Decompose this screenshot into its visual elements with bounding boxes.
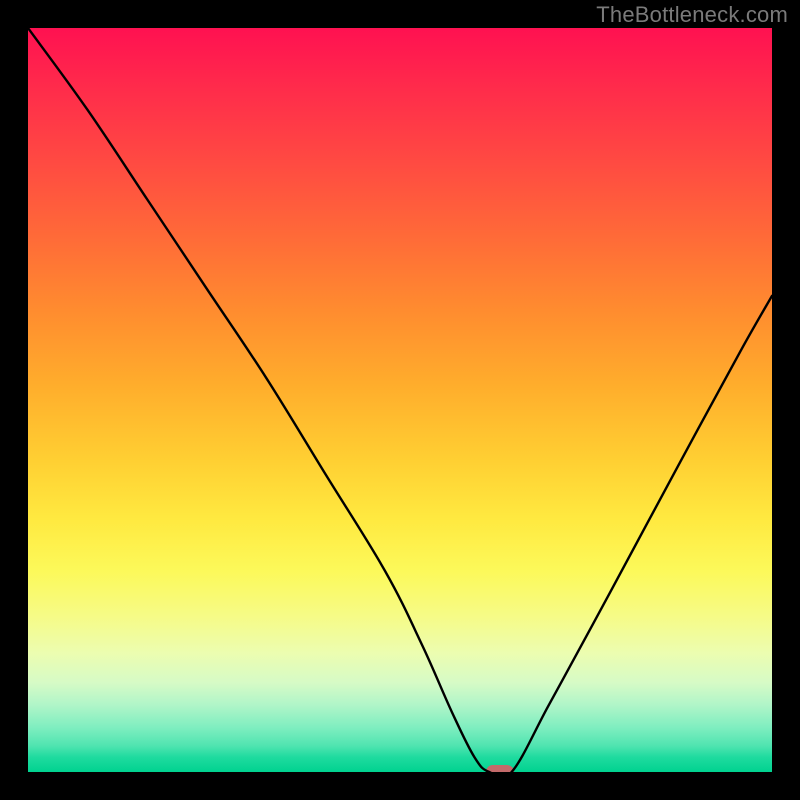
curve-svg [28, 28, 772, 772]
watermark-text: TheBottleneck.com [596, 2, 788, 28]
chart-frame: TheBottleneck.com [0, 0, 800, 800]
bottleneck-curve [28, 28, 772, 772]
plot-area [28, 28, 772, 772]
